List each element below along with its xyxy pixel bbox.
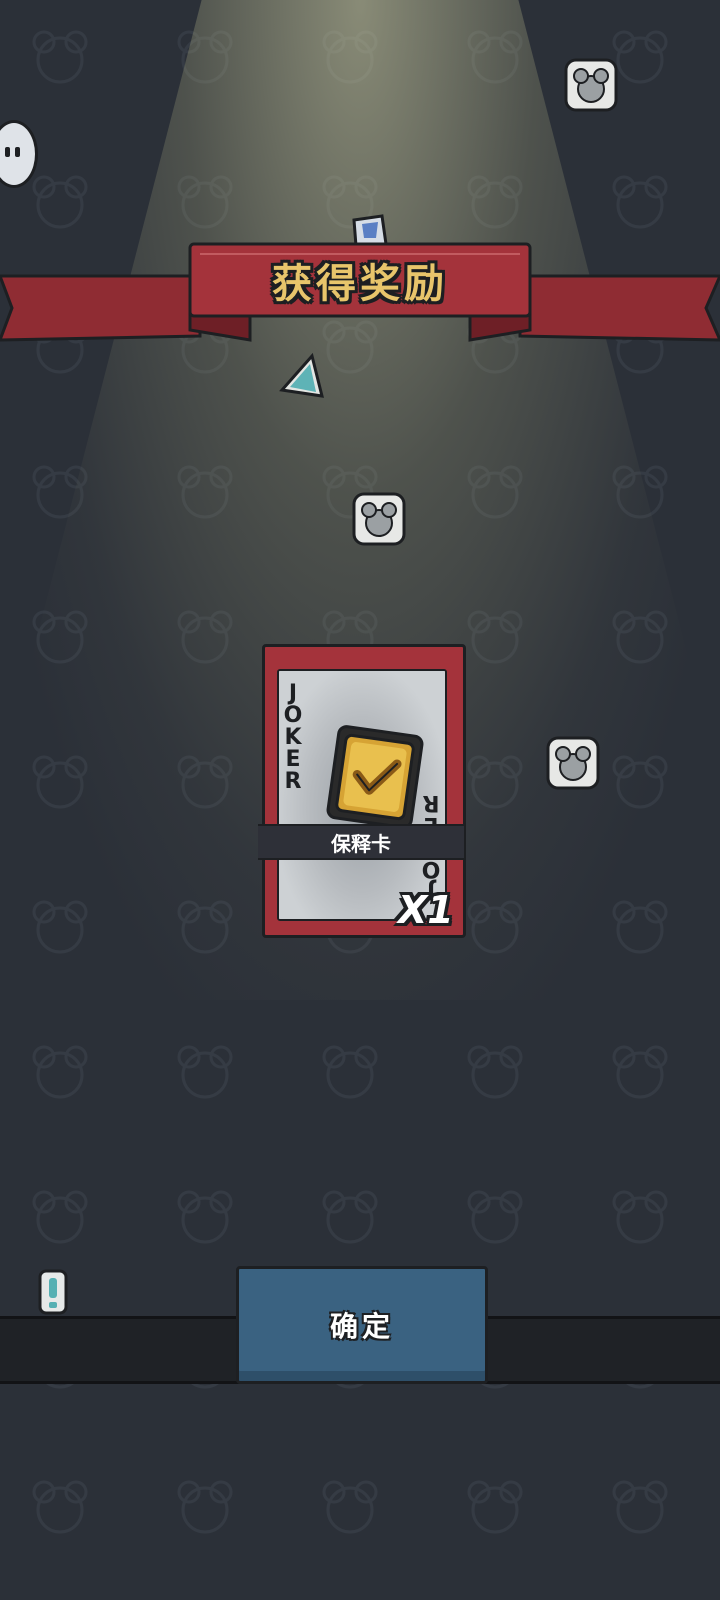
golden-check-shield-icon bbox=[326, 725, 424, 829]
joker-corner-text: JOKER bbox=[283, 681, 303, 794]
exclamation-sticker-icon bbox=[38, 1269, 68, 1315]
confirm-button-label: 确定 bbox=[329, 1310, 394, 1343]
mouse-sticker-icon bbox=[564, 58, 618, 112]
card-face: JOKER JOKER bbox=[277, 669, 447, 921]
confirm-button[interactable]: 确定 bbox=[236, 1266, 488, 1384]
mouse-sticker-icon bbox=[352, 492, 406, 546]
reward-quantity: X1 bbox=[398, 888, 454, 932]
crystal-sticker-icon bbox=[279, 352, 325, 398]
reward-card-name: 保释卡 bbox=[258, 824, 464, 860]
reward-title: 获得奖励 bbox=[272, 261, 448, 307]
mouse-sticker-icon bbox=[546, 736, 600, 790]
